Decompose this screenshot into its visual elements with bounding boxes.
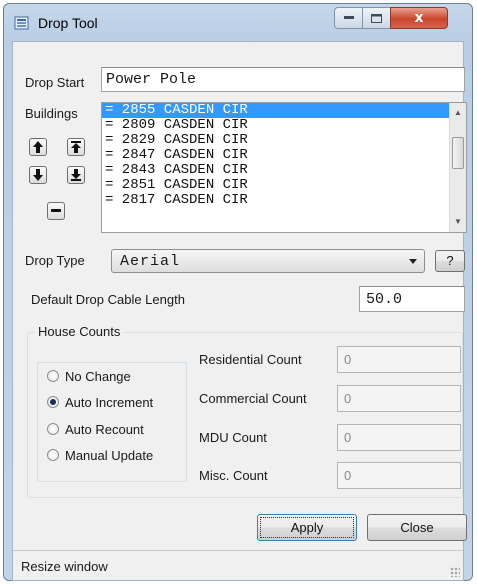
radio-button-icon [47,370,59,382]
maximize-button[interactable] [362,7,390,29]
buildings-list[interactable]: = 2855 CASDEN CIR = 2809 CASDEN CIR = 28… [101,102,467,233]
status-text: Resize window [21,559,108,574]
close-label: Close [400,520,434,535]
radio-button-icon [47,423,59,435]
residential-count-field: 0 [337,346,461,373]
radio-auto-recount[interactable]: Auto Recount [47,420,144,438]
list-item[interactable]: = 2855 CASDEN CIR [102,103,466,118]
list-item[interactable]: = 2817 CASDEN CIR [102,193,466,208]
list-item[interactable]: = 2851 CASDEN CIR [102,178,466,193]
misc-count-field: 0 [337,462,461,489]
remove-icon [51,209,61,212]
radio-label: Manual Update [65,447,154,463]
drop-start-field[interactable]: Power Pole [101,67,465,92]
resize-grip-icon[interactable] [450,567,460,577]
minimize-icon [343,16,354,19]
close-icon: x [414,10,424,26]
list-item[interactable]: = 2847 CASDEN CIR [102,148,466,163]
mdu-count-value: 0 [344,430,352,445]
cable-length-value: 50.0 [366,291,403,308]
buildings-label: Buildings [25,106,78,121]
remove-building-button[interactable] [47,202,65,220]
radio-button-icon [47,449,59,461]
move-down-button[interactable] [29,166,47,184]
mdu-count-field: 0 [337,424,461,451]
close-button[interactable]: Close [367,514,467,541]
drop-type-label: Drop Type [25,253,85,268]
house-counts-title: House Counts [35,324,124,339]
arrow-up-icon [33,141,43,153]
help-icon: ? [446,253,454,268]
status-bar: Resize window [13,550,463,580]
drop-type-select[interactable]: Aerial [111,249,425,273]
move-bottom-button[interactable] [67,166,85,184]
cable-length-label: Default Drop Cable Length [31,292,185,307]
drop-type-help-button[interactable]: ? [435,250,465,272]
title-bar[interactable]: Drop Tool x [4,4,472,42]
commercial-count-field: 0 [337,385,461,412]
radio-label: No Change [65,368,131,384]
radio-manual-update[interactable]: Manual Update [47,446,153,464]
radio-label: Auto Recount [65,421,144,437]
list-item[interactable]: = 2843 CASDEN CIR [102,163,466,178]
apply-label: Apply [290,520,324,535]
move-top-button[interactable] [67,138,85,156]
residential-count-value: 0 [344,352,352,367]
residential-count-label: Residential Count [199,352,302,367]
drop-start-label: Drop Start [25,75,85,90]
drop-tool-window: Drop Tool x Drop Start Power Pole Buildi… [3,3,473,581]
chevron-down-icon [409,259,417,264]
arrow-up-top-icon [71,141,81,153]
maximize-icon [371,13,382,23]
apply-button[interactable]: Apply [257,514,357,541]
move-up-button[interactable] [29,138,47,156]
dialog-body: Drop Start Power Pole Buildings = 2855 C… [12,41,467,581]
list-item[interactable]: = 2829 CASDEN CIR [102,133,466,148]
commercial-count-label: Commercial Count [199,391,307,406]
drop-start-value: Power Pole [106,71,197,88]
buildings-scrollbar[interactable]: ▲ ▼ [449,103,466,232]
arrow-down-bottom-icon [71,169,81,181]
drop-type-value: Aerial [120,253,181,270]
scroll-down-icon[interactable]: ▼ [450,214,466,230]
scroll-up-icon[interactable]: ▲ [450,105,466,121]
commercial-count-value: 0 [344,391,352,406]
close-window-button[interactable]: x [390,7,448,29]
misc-count-value: 0 [344,468,352,483]
window-title: Drop Tool [38,15,98,31]
misc-count-label: Misc. Count [199,468,268,483]
radio-auto-increment[interactable]: Auto Increment [47,393,153,411]
scroll-thumb[interactable] [452,137,464,169]
drop-tool-app-icon [14,15,30,31]
radio-label: Auto Increment [65,394,154,410]
radio-button-selected-icon [47,396,59,408]
mdu-count-label: MDU Count [199,430,267,445]
minimize-button[interactable] [334,7,362,29]
arrow-down-icon [33,169,43,181]
list-item[interactable]: = 2809 CASDEN CIR [102,118,466,133]
radio-no-change[interactable]: No Change [47,367,131,385]
cable-length-field[interactable]: 50.0 [359,286,465,312]
